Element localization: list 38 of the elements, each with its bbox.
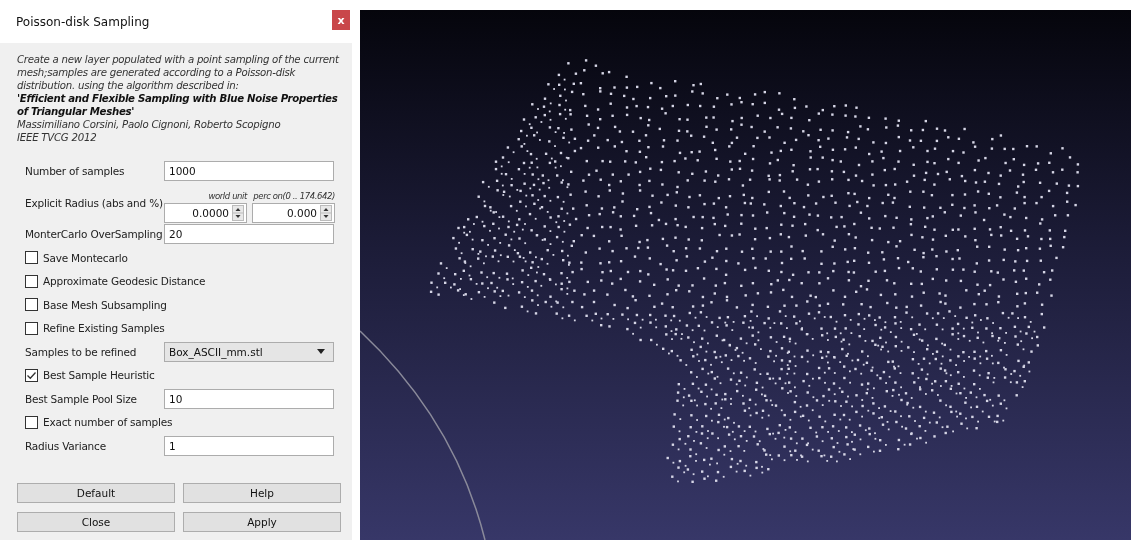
field-label: Number of samples	[25, 164, 126, 177]
dialog-button[interactable]: Close	[17, 511, 175, 532]
dialog-button[interactable]: Default	[17, 482, 175, 503]
field-label: Radius Variance	[25, 439, 107, 452]
checkbox-label: Refine Existing Samples	[43, 322, 165, 335]
caret-icon	[317, 349, 325, 355]
dialog-button[interactable]: Apply	[183, 511, 341, 532]
checkbox[interactable]	[25, 321, 38, 335]
checkbox-label: Approximate Geodesic Distance	[43, 275, 206, 288]
field-label: MonterCarlo OverSampling	[25, 228, 164, 241]
description-text: Create a new layer populated with a point sampling of the current mesh;samples are generated according to a Poisson-disk distribution. using the algorithm described in:	[17, 53, 340, 92]
field-label: Samples to be refined	[25, 345, 138, 358]
checkbox-label: Exact number of samples	[43, 416, 173, 429]
input-field[interactable]: 1	[164, 435, 334, 456]
checkbox[interactable]	[25, 298, 38, 312]
field-label: Explicit Radius (abs and %)	[25, 196, 164, 209]
input-field[interactable]: 1000	[164, 160, 334, 181]
spin-arrows-icon[interactable]	[232, 204, 244, 221]
venue-text: IEEE TVCG 2012	[17, 131, 98, 144]
checkbox-label: Best Sample Heuristic	[43, 369, 155, 382]
x-button[interactable]: x	[332, 10, 350, 30]
paper-title: 'Efficient and Flexible Sampling with Blue Noise Properties of Triangular Meshes'	[17, 92, 339, 118]
checkbox[interactable]	[25, 415, 38, 429]
field-label: Best Sample Pool Size	[25, 392, 138, 405]
dialog-button[interactable]: Help	[183, 482, 341, 503]
checkbox-label: Save Montecarlo	[43, 251, 128, 264]
spin-arrows-icon[interactable]	[320, 204, 332, 221]
authors-text: Massimiliano Corsini, Paolo Cignoni, Roberto Scopigno	[17, 118, 282, 131]
dropdown[interactable]: Box_ASCII_mm.stl	[164, 341, 334, 362]
window-title: Poisson-disk Sampling	[16, 14, 150, 29]
field-caption: world unit	[208, 190, 247, 201]
input-field[interactable]: 10	[164, 388, 334, 409]
field-caption: perc on(0 .. 174.642)	[253, 190, 335, 201]
checkbox[interactable]	[25, 251, 38, 265]
input-field[interactable]: 20	[164, 224, 334, 245]
checkbox[interactable]	[25, 274, 38, 288]
checkbox-label: Base Mesh Subsampling	[43, 298, 167, 311]
checkbox[interactable]	[25, 368, 38, 382]
